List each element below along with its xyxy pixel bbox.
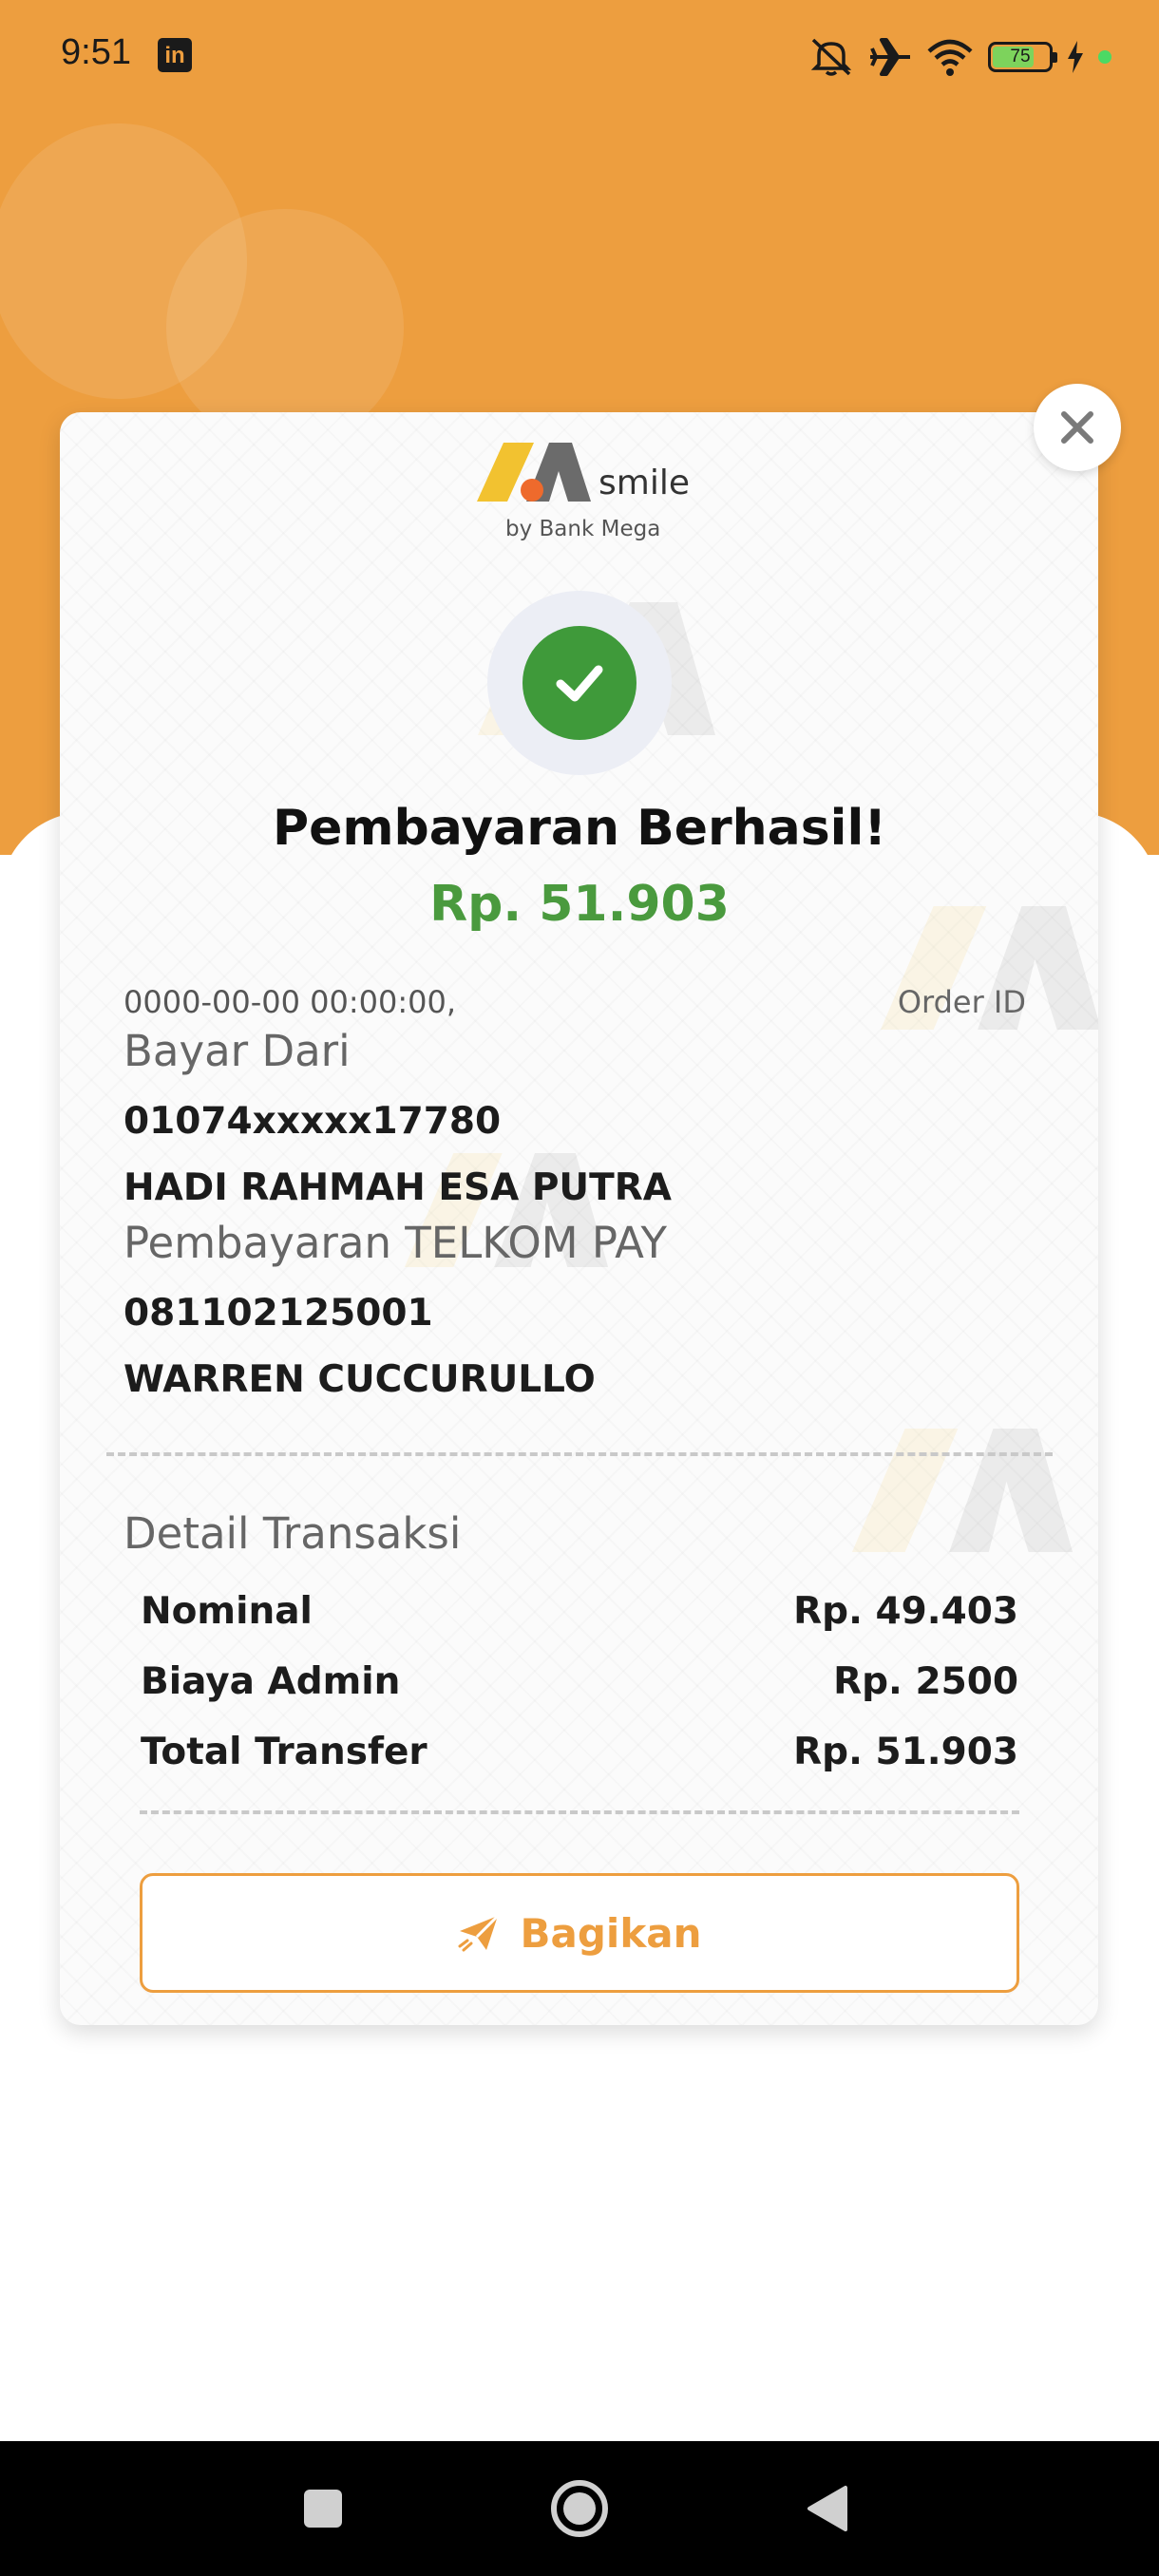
back-button[interactable] — [788, 2441, 864, 2576]
order-id-label: Order ID — [897, 984, 1026, 1020]
square-icon — [304, 2490, 342, 2528]
detail-row-nominal: Nominal Rp. 49.403 — [141, 1590, 1018, 1633]
transaction-datetime: 0000-00-00 00:00:00, — [124, 984, 457, 1020]
close-button[interactable] — [1034, 384, 1121, 471]
customer-number: 081102125001 — [124, 1292, 433, 1335]
decorative-circle — [166, 209, 404, 446]
section-divider — [106, 1452, 1053, 1456]
wifi-icon — [927, 39, 973, 76]
detail-label: Total Transfer — [141, 1731, 428, 1773]
detail-value: Rp. 2500 — [833, 1660, 1018, 1703]
brand-subtitle: by Bank Mega — [505, 517, 661, 541]
payment-type-label: Pembayaran TELKOM PAY — [124, 1218, 667, 1268]
success-check-icon — [522, 626, 636, 740]
detail-value: Rp. 51.903 — [793, 1731, 1018, 1773]
transaction-detail-title: Detail Transaksi — [124, 1508, 462, 1559]
share-button-label: Bagikan — [520, 1909, 702, 1957]
share-button[interactable]: Bagikan — [140, 1873, 1019, 1993]
details-divider — [140, 1810, 1019, 1814]
mute-icon — [810, 38, 852, 76]
battery-percentage: 75 — [1010, 47, 1031, 66]
source-account-number: 01074xxxxx17780 — [124, 1100, 502, 1143]
detail-row-total-transfer: Total Transfer Rp. 51.903 — [141, 1731, 1018, 1773]
pay-from-label: Bayar Dari — [124, 1026, 351, 1076]
home-circle-icon — [551, 2480, 608, 2537]
brand-logo: smile by Bank Mega — [477, 443, 695, 547]
detail-label: Biaya Admin — [141, 1660, 401, 1703]
airplane-icon — [870, 38, 910, 76]
back-triangle-icon — [808, 2486, 847, 2531]
status-time: 9:51 — [61, 32, 131, 72]
battery-icon: 75 — [988, 42, 1057, 72]
privacy-indicator-dot — [1098, 50, 1112, 64]
payment-status-title: Pembayaran Berhasil! — [272, 800, 887, 857]
brand-name: smile — [598, 464, 690, 502]
system-navigation-bar — [0, 2441, 1159, 2576]
smile-logo-icon — [477, 443, 591, 502]
status-bar: 9:51 in 75 — [0, 0, 1159, 112]
recent-apps-button[interactable] — [285, 2441, 361, 2576]
charging-icon — [1068, 41, 1083, 73]
detail-row-admin-fee: Biaya Admin Rp. 2500 — [141, 1660, 1018, 1703]
payment-amount: Rp. 51.903 — [429, 876, 730, 933]
status-icons: 75 — [808, 36, 1112, 78]
detail-value: Rp. 49.403 — [793, 1590, 1018, 1633]
send-icon — [458, 1914, 499, 1952]
detail-label: Nominal — [141, 1590, 313, 1633]
source-account-name: HADI RAHMAH ESA PUTRA — [124, 1166, 672, 1209]
linkedin-icon: in — [158, 38, 192, 72]
home-button[interactable] — [537, 2441, 622, 2576]
watermark-logo — [851, 1429, 1074, 1552]
customer-name: WARREN CUCCURULLO — [124, 1358, 596, 1401]
close-icon — [1061, 411, 1093, 444]
